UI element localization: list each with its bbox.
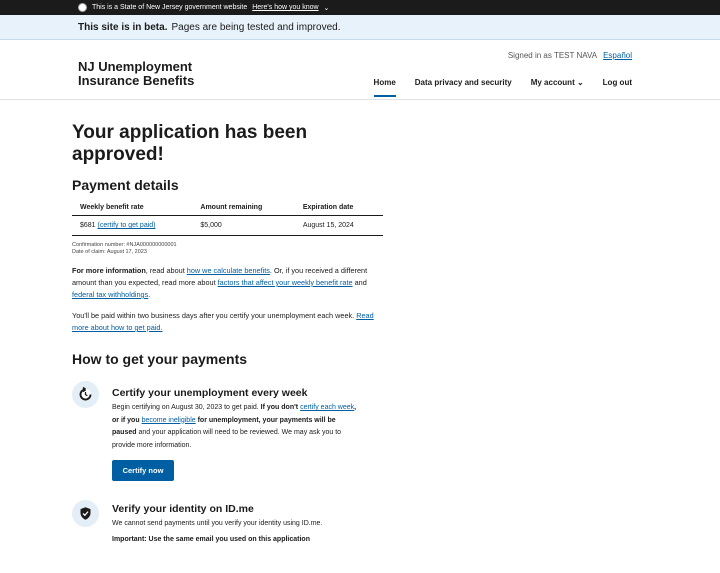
gov-banner-text: This is a State of New Jersey government… <box>92 4 248 11</box>
how-to-get-payments-heading: How to get your payments <box>72 351 248 367</box>
weekly-rate-value: $681 <box>80 222 96 229</box>
step-text: and your application will need to be rev… <box>112 429 342 449</box>
col-weekly-rate: Weekly benefit rate <box>72 200 193 216</box>
paid-info-paragraph: You'll be paid within two business days … <box>72 310 382 334</box>
more-info-text: . <box>148 290 151 299</box>
certify-step-text: Begin certifying on August 30, 2023 to g… <box>112 402 362 452</box>
main-content: Your application has been approved! Paym… <box>72 122 392 546</box>
beta-banner-text: Pages are being tested and improved. <box>171 21 341 33</box>
nav-log-out[interactable]: Log out <box>603 78 632 97</box>
confirmation-number: Confirmation number: #NJA000000000001 <box>72 242 177 248</box>
step-certify: Certify your unemployment every week Beg… <box>72 381 392 481</box>
gov-banner: This is a State of New Jersey government… <box>0 0 720 15</box>
certify-link[interactable]: (certify to get paid) <box>98 222 156 229</box>
table-row: $681 (certify to get paid) $5,000 August… <box>72 215 383 236</box>
utility-bar: Signed in as TEST NAVA Español <box>508 51 632 60</box>
weekly-rate-cell: $681 (certify to get paid) <box>72 215 193 236</box>
step-text: Begin certifying on August 30, 2023 to g… <box>112 404 261 411</box>
nav-my-account[interactable]: My account ⌄ <box>531 78 584 97</box>
verify-step-text: We cannot send payments until you verify… <box>112 520 323 527</box>
claim-meta: Confirmation number: #NJA000000000001 Da… <box>72 242 392 256</box>
amount-remaining-cell: $5,000 <box>192 215 295 236</box>
col-amount-remaining: Amount remaining <box>192 200 295 216</box>
claim-date: Date of claim: August 17, 2023 <box>72 249 147 255</box>
site-title[interactable]: NJ Unemployment Insurance Benefits <box>78 60 218 88</box>
signed-in-text: Signed in as TEST NAVA <box>507 51 598 60</box>
certify-each-week-link[interactable]: certify each week <box>300 404 354 411</box>
col-expiration: Expiration date <box>294 200 383 216</box>
beta-banner: This site is in beta. Pages are being te… <box>0 15 720 40</box>
flag-icon <box>78 3 87 12</box>
more-info-text: , read about <box>145 266 187 275</box>
verify-important-note: Important: Use the same email you used o… <box>112 535 310 543</box>
more-info-paragraph: For more information, read about how we … <box>72 265 382 301</box>
factors-link[interactable]: factors that affect your weekly benefit … <box>218 278 353 287</box>
nav-home[interactable]: Home <box>373 78 397 97</box>
paid-info-text: You'll be paid within two business days … <box>72 311 357 320</box>
page-title: Your application has been approved! <box>72 122 308 165</box>
heres-how-you-know-link[interactable]: Here's how you know <box>252 4 318 11</box>
table-header-row: Weekly benefit rate Amount remaining Exp… <box>72 200 383 216</box>
more-info-strong: For more information <box>72 266 146 275</box>
chevron-down-icon[interactable]: ⌄ <box>324 4 330 12</box>
shield-check-icon <box>72 500 99 527</box>
nav-my-account-label: My account <box>530 78 575 87</box>
payment-table: Weekly benefit rate Amount remaining Exp… <box>72 200 383 236</box>
tax-withholdings-link[interactable]: federal tax withholdings <box>72 290 148 299</box>
certify-now-button[interactable]: Certify now <box>112 460 174 481</box>
calculate-benefits-link[interactable]: how we calculate benefits <box>187 266 270 275</box>
payment-details-heading: Payment details <box>72 177 179 193</box>
primary-nav: Home Data privacy and security My accoun… <box>373 78 632 97</box>
refresh-icon <box>72 381 99 408</box>
more-info-text: and <box>352 278 367 287</box>
step-strong: If you don't <box>260 404 301 411</box>
nav-data-privacy[interactable]: Data privacy and security <box>415 78 512 97</box>
expiration-cell: August 15, 2024 <box>294 215 383 236</box>
beta-banner-strong: This site is in beta. <box>78 21 168 33</box>
verify-step-title: Verify your identity on ID.me <box>112 503 254 515</box>
become-ineligible-link[interactable]: become ineligible <box>142 417 196 424</box>
step-verify-identity: Verify your identity on ID.me We cannot … <box>72 500 392 546</box>
certify-step-title: Certify your unemployment every week <box>112 387 308 399</box>
language-link[interactable]: Español <box>603 51 632 60</box>
chevron-down-icon: ⌄ <box>576 78 584 87</box>
